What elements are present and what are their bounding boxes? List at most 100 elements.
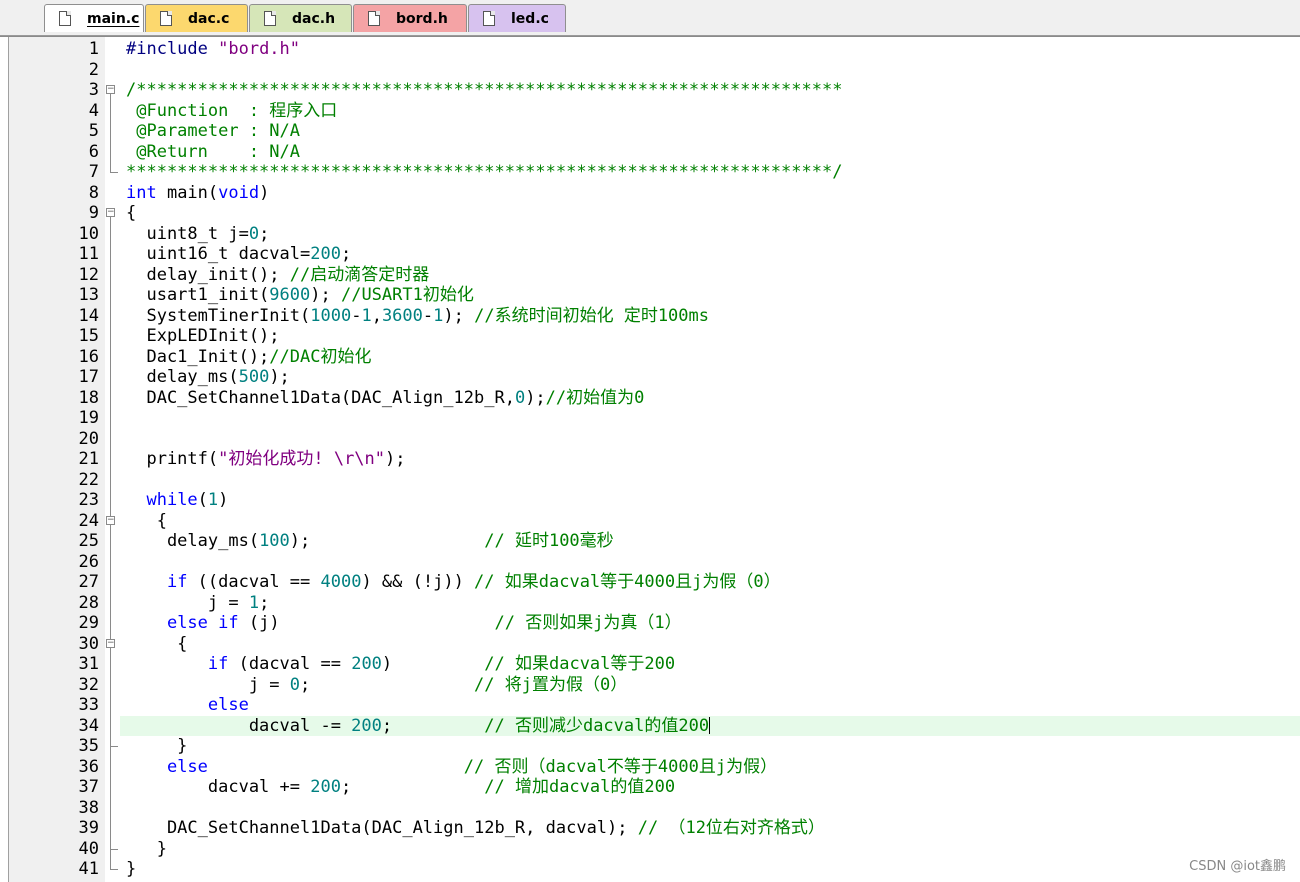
code-line[interactable]: 39 DAC_SetChannel1Data(DAC_Align_12b_R, … bbox=[0, 818, 1300, 839]
code-line[interactable]: 7 ***************************************… bbox=[0, 162, 1300, 183]
code-line[interactable]: 15 ExpLEDInit(); bbox=[0, 326, 1300, 347]
code-line[interactable]: 40 } bbox=[0, 839, 1300, 860]
code-line[interactable]: 10 uint8_t j=0; bbox=[0, 224, 1300, 245]
code-line-area[interactable]: uint8_t j=0; bbox=[120, 224, 1300, 245]
code-line[interactable]: 6 @Return : N/A bbox=[0, 142, 1300, 163]
code-line[interactable]: 35 } bbox=[0, 736, 1300, 757]
code-line[interactable]: 37 dacval += 200; // 增加dacval的值200 bbox=[0, 777, 1300, 798]
code-line-area[interactable]: #include "bord.h" bbox=[120, 39, 1300, 60]
code-line[interactable]: 25 delay_ms(100); // 延时100毫秒 bbox=[0, 531, 1300, 552]
tab-bord-h[interactable]: bord.h bbox=[353, 4, 467, 32]
code-line-area[interactable]: dacval -= 200; // 否则减少dacval的值200 bbox=[120, 715, 1300, 736]
code-line[interactable]: 26 bbox=[0, 552, 1300, 573]
code-line-area[interactable]: j = 1; bbox=[120, 593, 1300, 614]
code-line-area[interactable]: { bbox=[120, 634, 1300, 655]
code-line[interactable]: 41} bbox=[0, 859, 1300, 880]
code-line[interactable]: 4 @Function : 程序入口 bbox=[0, 101, 1300, 122]
code-line[interactable]: 18 DAC_SetChannel1Data(DAC_Align_12b_R,0… bbox=[0, 388, 1300, 409]
code-line-area[interactable]: } bbox=[120, 736, 1300, 757]
code-line[interactable]: 12 delay_init(); //启动滴答定时器 bbox=[0, 265, 1300, 286]
code-line[interactable]: 17 delay_ms(500); bbox=[0, 367, 1300, 388]
code-line-area[interactable]: @Function : 程序入口 bbox=[120, 101, 1300, 122]
code-line-area[interactable]: int main(void) bbox=[120, 183, 1300, 204]
tab-led-c[interactable]: led.c bbox=[468, 4, 566, 32]
code-line[interactable]: 11 uint16_t dacval=200; bbox=[0, 244, 1300, 265]
code-line[interactable]: 36 else // 否则（dacval不等于4000且j为假） bbox=[0, 757, 1300, 778]
code-line-area[interactable]: } bbox=[120, 859, 1300, 880]
code-line-area[interactable]: j = 0; // 将j置为假（0） bbox=[120, 675, 1300, 696]
code-line-area[interactable] bbox=[120, 60, 1300, 81]
code-line[interactable]: 27 if ((dacval == 4000) && (!j)) // 如果da… bbox=[0, 572, 1300, 593]
code-token: // 增加dacval的值200 bbox=[484, 777, 676, 797]
code-line-area[interactable] bbox=[120, 470, 1300, 491]
code-line[interactable]: 1 #include "bord.h" bbox=[0, 39, 1300, 60]
fold-toggle-icon[interactable]: − bbox=[106, 208, 115, 217]
code-editor[interactable]: 1 #include "bord.h" 2 3 /*******************… bbox=[0, 37, 1300, 882]
code-line-area[interactable] bbox=[120, 552, 1300, 573]
code-line-area[interactable]: else bbox=[120, 695, 1300, 716]
code-line[interactable]: 8 int main(void) bbox=[0, 183, 1300, 204]
code-line[interactable]: 22 bbox=[0, 470, 1300, 491]
code-line-area[interactable]: @Parameter : N/A bbox=[120, 121, 1300, 142]
code-token: /***************************************… bbox=[126, 80, 843, 100]
code-line[interactable]: 30 { bbox=[0, 634, 1300, 655]
code-token: 0 bbox=[248, 223, 260, 244]
code-line-area[interactable]: @Return : N/A bbox=[120, 142, 1300, 163]
code-line-area[interactable]: else // 否则（dacval不等于4000且j为假） bbox=[120, 757, 1300, 778]
fold-toggle-icon[interactable]: − bbox=[106, 85, 115, 94]
code-line-area[interactable] bbox=[120, 798, 1300, 819]
code-line[interactable]: 16 Dac1_Init();//DAC初始化 bbox=[0, 347, 1300, 368]
code-line[interactable]: 19 bbox=[0, 408, 1300, 429]
code-line-area[interactable]: while(1) bbox=[120, 490, 1300, 511]
code-line-area[interactable]: if ((dacval == 4000) && (!j)) // 如果dacva… bbox=[120, 572, 1300, 593]
code-line-area[interactable]: ****************************************… bbox=[120, 162, 1300, 183]
code-line-area[interactable]: printf("初始化成功! \r\n"); bbox=[120, 449, 1300, 470]
code-line-area[interactable]: DAC_SetChannel1Data(DAC_Align_12b_R, dac… bbox=[120, 818, 1300, 839]
code-line-area[interactable]: DAC_SetChannel1Data(DAC_Align_12b_R,0);/… bbox=[120, 388, 1300, 409]
tab-dac-h[interactable]: dac.h bbox=[249, 4, 352, 32]
code-line-area[interactable]: dacval += 200; // 增加dacval的值200 bbox=[120, 777, 1300, 798]
code-token: else if bbox=[166, 613, 239, 633]
code-line[interactable]: 32 j = 0; // 将j置为假（0） bbox=[0, 675, 1300, 696]
code-line-area[interactable]: uint16_t dacval=200; bbox=[120, 244, 1300, 265]
code-token: else bbox=[207, 695, 249, 715]
code-line-area[interactable]: { bbox=[120, 203, 1300, 224]
code-line[interactable]: 38 bbox=[0, 798, 1300, 819]
code-line-area[interactable]: if (dacval == 200) // 如果dacval等于200 bbox=[120, 654, 1300, 675]
tab-main-c[interactable]: main.c bbox=[44, 4, 144, 32]
code-line[interactable]: 14 SystemTinerInit(1000-1,3600-1); //系统时… bbox=[0, 306, 1300, 327]
code-line[interactable]: 34 dacval -= 200; // 否则减少dacval的值200 bbox=[0, 715, 1300, 736]
code-line-area[interactable]: else if (j) // 否则如果j为真（1） bbox=[120, 613, 1300, 634]
code-line[interactable]: 31 if (dacval == 200) // 如果dacval等于200 bbox=[0, 654, 1300, 675]
fold-toggle-icon[interactable]: − bbox=[106, 638, 115, 648]
code-line-area[interactable]: delay_ms(500); bbox=[120, 367, 1300, 388]
code-line[interactable]: 29 else if (j) // 否则如果j为真（1） bbox=[0, 613, 1300, 634]
code-line-area[interactable]: SystemTinerInit(1000-1,3600-1); //系统时间初始… bbox=[120, 306, 1300, 327]
code-line[interactable]: 3 /**************************************… bbox=[0, 80, 1300, 101]
code-token: ); bbox=[269, 367, 290, 387]
tab-dac-c[interactable]: dac.c bbox=[145, 4, 248, 32]
code-text: dacval += 200; // 增加dacval的值200 bbox=[126, 777, 675, 798]
code-line[interactable]: 28 j = 1; bbox=[0, 593, 1300, 614]
code-line-area[interactable] bbox=[120, 408, 1300, 429]
code-line-area[interactable]: delay_init(); //启动滴答定时器 bbox=[120, 265, 1300, 286]
code-token: // 否则减少dacval的值200 bbox=[484, 715, 710, 736]
code-line[interactable]: 20 bbox=[0, 429, 1300, 450]
code-line[interactable]: 9{ bbox=[0, 203, 1300, 224]
code-line-area[interactable]: { bbox=[120, 511, 1300, 532]
fold-toggle-icon[interactable]: − bbox=[106, 515, 115, 525]
code-line[interactable]: 5 @Parameter : N/A bbox=[0, 121, 1300, 142]
code-line-area[interactable]: } bbox=[120, 839, 1300, 860]
code-line-area[interactable] bbox=[120, 429, 1300, 450]
code-line[interactable]: 2 bbox=[0, 60, 1300, 81]
code-line[interactable]: 24 { bbox=[0, 511, 1300, 532]
code-line-area[interactable]: delay_ms(100); // 延时100毫秒 bbox=[120, 531, 1300, 552]
code-line-area[interactable]: usart1_init(9600); //USART1初始化 bbox=[120, 285, 1300, 306]
code-line-area[interactable]: /***************************************… bbox=[120, 80, 1300, 101]
code-line[interactable]: 23 while(1) bbox=[0, 490, 1300, 511]
code-line[interactable]: 21 printf("初始化成功! \r\n"); bbox=[0, 449, 1300, 470]
code-line[interactable]: 33 else bbox=[0, 695, 1300, 716]
code-line[interactable]: 13 usart1_init(9600); //USART1初始化 bbox=[0, 285, 1300, 306]
code-line-area[interactable]: ExpLEDInit(); bbox=[120, 326, 1300, 347]
code-line-area[interactable]: Dac1_Init();//DAC初始化 bbox=[120, 347, 1300, 368]
